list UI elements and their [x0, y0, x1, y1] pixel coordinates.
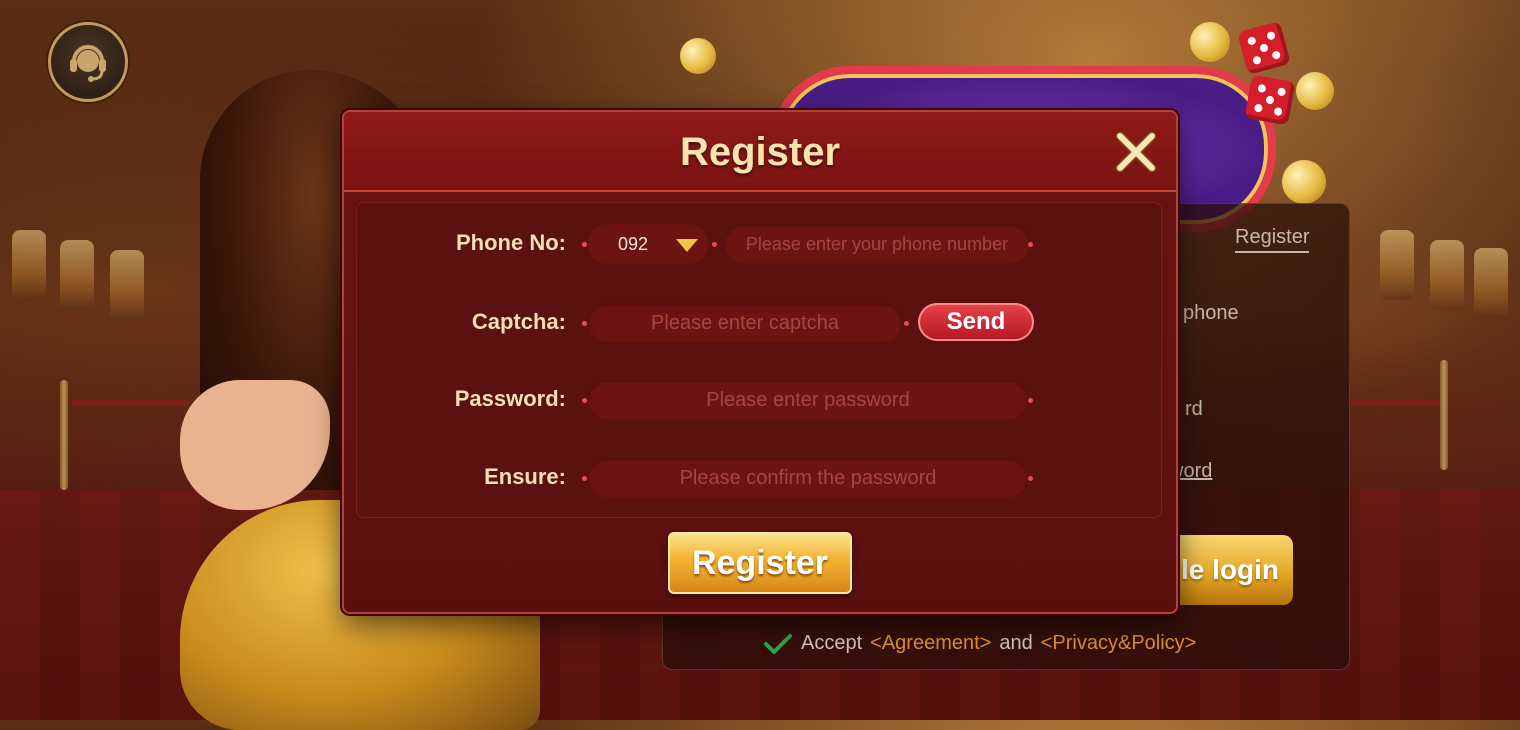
- headset-support-icon: [70, 45, 106, 82]
- gold-coin: [1282, 160, 1326, 204]
- triangle-down-icon: [676, 239, 698, 252]
- slot-machine: [12, 230, 46, 300]
- password-label: Password:: [454, 386, 566, 411]
- velvet-rope: [70, 400, 190, 406]
- register-dialog: Register Phone No: 092 Please enter your…: [342, 110, 1178, 614]
- captcha-input[interactable]: Please enter captcha: [588, 303, 902, 343]
- agreement-row: Accept <Agreement> and <Privacy&Policy>: [763, 632, 1196, 655]
- required-dot: [904, 321, 909, 326]
- stanchion-post: [60, 380, 68, 490]
- register-button[interactable]: Register: [668, 532, 852, 594]
- required-dot: [582, 398, 587, 403]
- slot-machine: [1430, 240, 1464, 310]
- register-form: Phone No: 092 Please enter your phone nu…: [356, 202, 1162, 518]
- phone-tab-fragment[interactable]: phone: [1183, 302, 1239, 325]
- send-label: Send: [946, 308, 1006, 335]
- required-dot: [582, 321, 587, 326]
- ensure-label: Ensure:: [484, 464, 566, 489]
- slot-machine: [60, 240, 94, 310]
- privacy-policy-link[interactable]: <Privacy&Policy>: [1041, 632, 1197, 655]
- captcha-label: Captcha:: [471, 309, 566, 334]
- dialog-header: Register: [344, 112, 1176, 192]
- tab-register[interactable]: Register: [1235, 226, 1310, 253]
- slot-machine: [110, 250, 144, 320]
- gold-coin: [680, 38, 716, 74]
- password-row: Password: Please enter password: [356, 378, 1162, 422]
- confirm-password-input[interactable]: Please confirm the password: [588, 458, 1028, 498]
- stanchion-post: [1440, 360, 1448, 470]
- gold-coin: [1296, 72, 1334, 110]
- close-icon[interactable]: [1114, 130, 1158, 174]
- slot-machine: [1474, 248, 1508, 318]
- register-button-label: Register: [691, 543, 829, 582]
- required-dot: [712, 242, 717, 247]
- send-captcha-button[interactable]: Send: [918, 303, 1034, 341]
- velvet-rope: [1350, 400, 1440, 406]
- dice: [1237, 21, 1291, 75]
- captcha-row: Captcha: Please enter captcha Send: [356, 301, 1162, 345]
- required-dot: [582, 242, 587, 247]
- dialog-title: Register: [679, 130, 841, 174]
- customer-support-button[interactable]: [48, 22, 128, 102]
- checkmark-icon[interactable]: [763, 633, 793, 655]
- password-field-fragment[interactable]: rd: [1185, 398, 1203, 421]
- required-dot: [1028, 398, 1033, 403]
- password-input[interactable]: Please enter password: [588, 380, 1028, 420]
- phone-label: Phone No:: [456, 230, 566, 255]
- country-code-select[interactable]: 092: [588, 224, 708, 264]
- phone-row: Phone No: 092 Please enter your phone nu…: [356, 222, 1162, 266]
- country-code-value: 092: [618, 233, 649, 254]
- dice: [1244, 74, 1296, 126]
- agreement-link[interactable]: <Agreement>: [870, 632, 991, 655]
- slot-machine: [1380, 230, 1414, 300]
- required-dot: [1028, 476, 1033, 481]
- gold-coin: [1190, 22, 1230, 62]
- required-dot: [582, 476, 587, 481]
- accept-label: Accept: [801, 632, 863, 654]
- required-dot: [1028, 242, 1033, 247]
- and-text: and: [999, 632, 1033, 654]
- phone-input[interactable]: Please enter your phone number: [724, 224, 1030, 264]
- confirm-password-row: Ensure: Please confirm the password: [356, 456, 1162, 500]
